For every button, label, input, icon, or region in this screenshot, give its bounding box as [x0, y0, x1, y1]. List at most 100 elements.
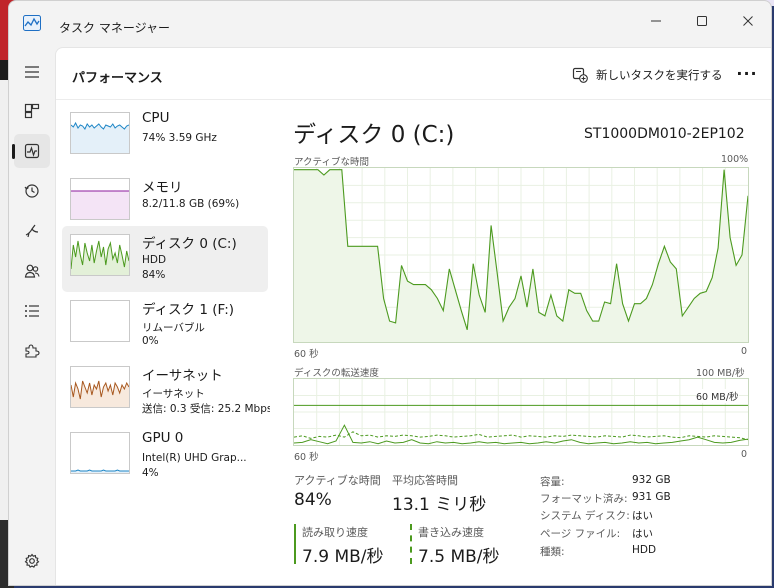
device-detail: 8.2/11.8 GB (69%) — [142, 198, 240, 210]
device-name: メモリ — [142, 180, 183, 196]
read-speed-label: 読み取り速度 — [302, 526, 368, 539]
details-list-icon — [25, 305, 39, 317]
disk-model: ST1000DM010-2EP102 — [584, 126, 745, 142]
performance-icon — [24, 143, 40, 159]
page-file-value: はい — [632, 528, 653, 540]
device-name: CPU — [142, 110, 170, 126]
device-usage: 0% — [142, 335, 159, 347]
processes-icon — [24, 103, 40, 119]
active-time-chart — [293, 167, 749, 343]
cpu-thumbnail-graph — [70, 112, 130, 154]
more-options-button[interactable]: ··· — [734, 62, 760, 84]
formatted-value: 931 GB — [632, 491, 671, 503]
device-name: GPU 0 — [142, 430, 184, 446]
device-item-disk-1[interactable]: ディスク 1 (F:) リムーバブル 0% — [62, 292, 268, 358]
app-history-icon — [24, 184, 39, 198]
active-time-chart-max: 100% — [721, 154, 749, 165]
more-options-icon: ··· — [736, 63, 758, 83]
device-detail: HDD — [142, 254, 167, 266]
device-detail: 74% 3.59 GHz — [142, 132, 217, 144]
device-detail: リムーバブル — [142, 322, 205, 334]
hamburger-menu-icon — [25, 66, 39, 78]
write-speed-label: 書き込み速度 — [418, 526, 484, 539]
title-bar: タスク マネージャー — [9, 1, 771, 47]
task-manager-app-icon — [23, 15, 41, 31]
device-name: ディスク 1 (F:) — [142, 302, 235, 318]
active-time-x-right: 0 — [741, 346, 748, 357]
nav-processes[interactable] — [14, 94, 50, 128]
write-speed-value: 7.5 MB/秒 — [418, 547, 500, 567]
response-time-label: 平均応答時間 — [392, 474, 458, 487]
active-time-x-left: 60 秒 — [294, 349, 319, 360]
maximize-button[interactable] — [679, 7, 725, 35]
device-item-ethernet[interactable]: イーサネット イーサネット 送信: 0.3 受信: 25.2 Mbps — [62, 358, 270, 424]
close-button[interactable] — [725, 7, 771, 35]
device-item-gpu-0[interactable]: GPU 0 Intel(R) UHD Grap... 4% — [62, 424, 268, 490]
task-manager-window: タスク マネージャー パフォーマンス 新しいタスクを実行する ··· CPU 7… — [8, 0, 772, 586]
nav-app-history[interactable] — [14, 174, 50, 208]
capacity-value: 932 GB — [632, 474, 671, 486]
minimize-button[interactable] — [633, 7, 679, 35]
formatted-label: フォーマット済み: — [540, 493, 628, 505]
capacity-label: 容量: — [540, 476, 565, 488]
gpu-thumbnail-graph — [70, 432, 130, 474]
write-speed-indicator — [410, 524, 412, 564]
device-name: イーサネット — [142, 368, 223, 384]
read-speed-indicator — [294, 524, 296, 564]
detail-title: ディスク 0 (C:) — [293, 122, 455, 148]
active-time-chart-label: アクティブな時間 — [294, 157, 369, 168]
new-task-icon — [572, 67, 588, 83]
transfer-chart-max: 100 MB/秒 — [696, 368, 745, 379]
device-name: ディスク 0 (C:) — [142, 236, 237, 252]
nav-menu-button[interactable] — [14, 55, 50, 89]
device-item-disk-0[interactable]: ディスク 0 (C:) HDD 84% — [62, 226, 268, 292]
transfer-x-left: 60 秒 — [294, 452, 319, 463]
new-task-label: 新しいタスクを実行する — [596, 68, 723, 82]
transfer-x-right: 0 — [741, 449, 748, 460]
type-value: HDD — [632, 544, 657, 556]
device-detail: イーサネット — [142, 388, 205, 400]
panel-header: パフォーマンス 新しいタスクを実行する ··· — [56, 48, 771, 100]
settings-gear-icon — [24, 553, 40, 568]
transfer-reference-label: 60 MB/秒 — [696, 389, 739, 403]
system-disk-value: はい — [632, 510, 653, 522]
performance-panel: パフォーマンス 新しいタスクを実行する ··· CPU 74% 3.59 GHz… — [55, 47, 771, 585]
device-usage: 送信: 0.3 受信: 25.2 Mbps — [142, 403, 270, 415]
transfer-rate-chart: 60 MB/秒 — [293, 378, 749, 446]
nav-performance[interactable] — [12, 134, 50, 168]
device-usage: 4% — [142, 467, 159, 479]
ethernet-thumbnail-graph — [70, 366, 130, 408]
nav-details[interactable] — [14, 294, 50, 328]
navigation-rail — [9, 51, 55, 585]
device-detail: Intel(R) UHD Grap... — [142, 452, 247, 464]
page-title: パフォーマンス — [72, 71, 163, 86]
memory-thumbnail-graph — [70, 178, 130, 220]
device-usage: 84% — [142, 269, 166, 281]
users-icon — [24, 264, 40, 278]
disk0-thumbnail-graph — [70, 234, 130, 276]
window-title: タスク マネージャー — [59, 21, 170, 35]
thumbnail-area — [71, 381, 129, 407]
maximize-icon — [697, 16, 707, 26]
read-speed-value: 7.9 MB/秒 — [302, 547, 384, 567]
services-puzzle-icon — [25, 344, 40, 358]
page-file-label: ページ ファイル: — [540, 528, 621, 540]
close-icon — [743, 16, 753, 26]
new-task-button[interactable]: 新しいタスクを実行する — [572, 64, 723, 86]
response-time-value: 13.1 ミリ秒 — [392, 495, 487, 515]
thumbnail-area — [71, 191, 129, 219]
active-time-stat-label: アクティブな時間 — [294, 474, 381, 487]
device-item-cpu[interactable]: CPU 74% 3.59 GHz — [62, 104, 268, 170]
disk1-thumbnail-graph — [70, 300, 130, 342]
type-label: 種類: — [540, 546, 565, 558]
thumbnail-area — [71, 123, 129, 153]
transfer-chart-label: ディスクの転送速度 — [294, 368, 379, 379]
thumbnail-line — [71, 469, 129, 472]
startup-icon — [25, 224, 39, 238]
nav-services[interactable] — [14, 334, 50, 368]
active-time-stat-value: 84% — [294, 490, 332, 510]
nav-startup[interactable] — [14, 214, 50, 248]
minimize-icon — [651, 20, 661, 22]
nav-users[interactable] — [14, 254, 50, 288]
nav-settings[interactable] — [14, 544, 50, 578]
